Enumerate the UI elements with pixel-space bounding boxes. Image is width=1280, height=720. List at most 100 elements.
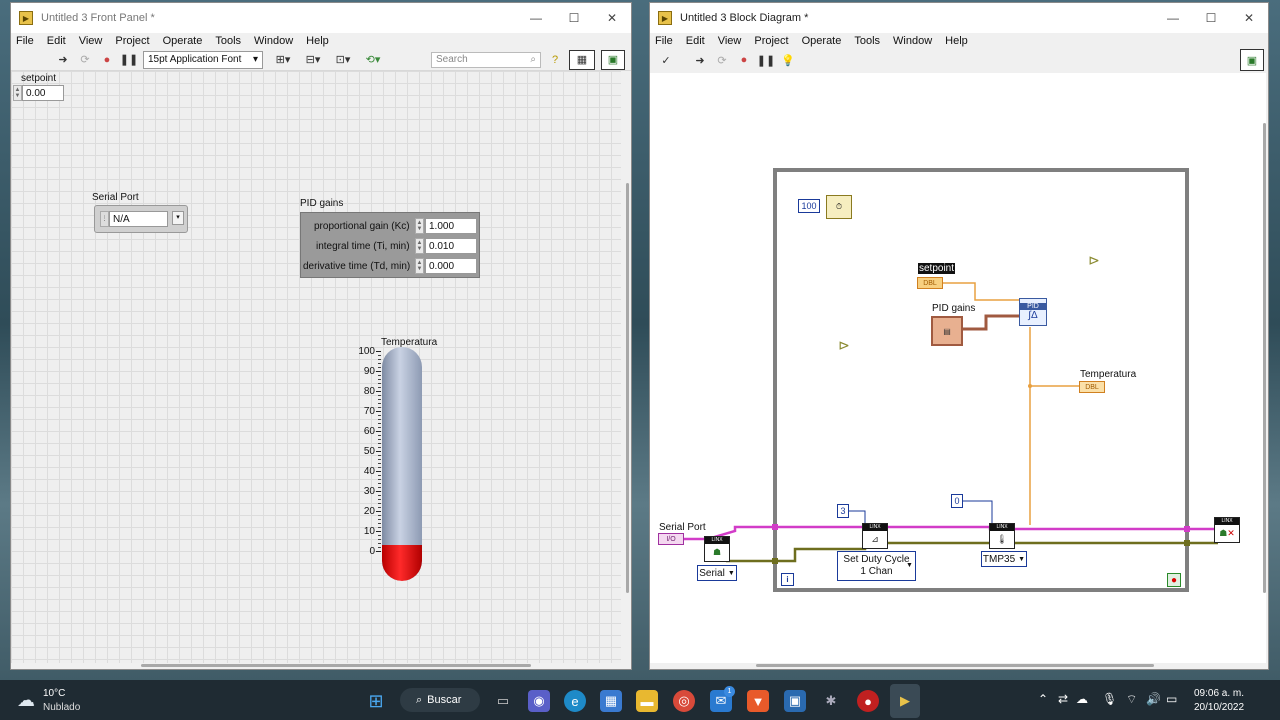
resize-icon[interactable]: ⊡▾ bbox=[331, 52, 355, 68]
chrome-icon[interactable]: ◎ bbox=[673, 690, 695, 712]
maximize-button[interactable]: ☐ bbox=[555, 3, 593, 33]
pid-gains-terminal[interactable]: ▤ bbox=[931, 316, 963, 346]
front-panel-vscroll[interactable] bbox=[626, 183, 629, 593]
menu-window[interactable]: Window bbox=[254, 35, 293, 47]
battery-icon[interactable]: ▭ bbox=[1166, 692, 1177, 706]
vi-icon[interactable]: ▣ bbox=[1240, 49, 1264, 71]
start-icon[interactable]: ⊞ bbox=[365, 690, 387, 712]
weather-temp[interactable]: 10°C bbox=[43, 688, 65, 699]
block-diagram-vscroll[interactable] bbox=[1263, 123, 1266, 593]
tmp35-ring[interactable]: TMP35 ▼ bbox=[981, 551, 1027, 567]
search-input[interactable]: Search ⌕ bbox=[431, 51, 541, 68]
linx-pwm-vi[interactable]: LINX ⊿ bbox=[862, 523, 888, 549]
app-icon[interactable]: ▣ bbox=[784, 690, 806, 712]
tray-mic-icon[interactable]: 🎙 bbox=[1102, 692, 1117, 706]
bug-icon[interactable]: ✱ bbox=[820, 690, 842, 712]
run-continuous-icon[interactable]: ⟳ bbox=[714, 52, 730, 68]
volume-icon[interactable]: 🔊 bbox=[1146, 692, 1161, 706]
chevron-down-icon[interactable]: ▼ bbox=[906, 562, 913, 569]
font-selector[interactable]: 15pt Application Font ▾ bbox=[143, 50, 263, 69]
feedback-node-icon[interactable]: ⊳ bbox=[834, 337, 854, 353]
menu-edit[interactable]: Edit bbox=[47, 35, 66, 47]
menu-operate[interactable]: Operate bbox=[163, 35, 203, 47]
pid-td-increment-icon[interactable]: ▲ ▼ bbox=[415, 258, 424, 274]
reorder-icon[interactable]: ⟲▾ bbox=[361, 52, 385, 68]
brave-icon[interactable]: ▼ bbox=[747, 690, 769, 712]
maximize-button[interactable]: ☐ bbox=[1192, 3, 1230, 33]
setpoint-increment-icon[interactable]: ▲ ▼ bbox=[13, 85, 22, 101]
help-icon[interactable]: ? bbox=[547, 52, 563, 68]
feedback-node-icon[interactable]: ⊳ bbox=[1084, 252, 1104, 268]
linx-close-vi[interactable]: LINX ☗✕ bbox=[1214, 517, 1240, 543]
run-arrow-icon[interactable]: ➜ bbox=[55, 52, 71, 68]
record-icon[interactable]: ● bbox=[857, 690, 879, 712]
menu-view[interactable]: View bbox=[79, 35, 103, 47]
menu-operate[interactable]: Operate bbox=[802, 35, 842, 47]
front-panel-titlebar[interactable]: ▶ Untitled 3 Front Panel * — ☐ ✕ bbox=[11, 3, 631, 33]
clock-time[interactable]: 09:06 a. m. bbox=[1194, 688, 1244, 699]
loop-iteration-terminal[interactable]: i bbox=[781, 573, 794, 586]
setpoint-control[interactable]: 0.00 bbox=[22, 85, 64, 101]
linx-open-vi[interactable]: LINX ☗ bbox=[704, 536, 730, 562]
tmp-const[interactable]: 0 bbox=[951, 494, 963, 508]
weather-desc[interactable]: Nublado bbox=[43, 702, 80, 713]
pause-icon[interactable]: ❚❚ bbox=[757, 52, 775, 68]
close-button[interactable]: ✕ bbox=[1230, 3, 1268, 33]
run-continuous-icon[interactable]: ⟳ bbox=[77, 52, 93, 68]
front-panel-hscroll[interactable] bbox=[141, 664, 531, 667]
edge-icon[interactable]: e bbox=[564, 690, 586, 712]
menu-window[interactable]: Window bbox=[893, 35, 932, 47]
serial-ring[interactable]: Serial ▼ bbox=[697, 565, 737, 581]
tray-chevron-icon[interactable]: ⌃ bbox=[1038, 692, 1048, 706]
highlight-execution-icon[interactable]: 💡 bbox=[780, 52, 796, 68]
front-panel-canvas[interactable]: setpoint ▲ ▼ 0.00 Serial Port ⋮ N/A ▾ PID… bbox=[11, 71, 621, 663]
block-diagram-canvas[interactable]: 100 ⏱ setpoint DBL ⊳ ⊳ PID gains ▤ PID ∫… bbox=[650, 73, 1266, 663]
close-button[interactable]: ✕ bbox=[593, 3, 631, 33]
setpoint-terminal[interactable]: DBL bbox=[917, 277, 943, 289]
pid-kc-increment-icon[interactable]: ▲ ▼ bbox=[415, 218, 424, 234]
distribute-icon[interactable]: ⊟▾ bbox=[301, 52, 325, 68]
serial-port-control[interactable]: N/A bbox=[109, 211, 168, 227]
wait-constant[interactable]: 100 bbox=[798, 199, 820, 213]
wifi-icon[interactable]: ⌔ bbox=[1126, 692, 1137, 707]
folder-icon[interactable]: ▬ bbox=[636, 690, 658, 712]
duty-cycle-ring[interactable]: Set Duty Cycle 1 Chan bbox=[837, 551, 916, 581]
menu-help[interactable]: Help bbox=[945, 35, 968, 47]
taskbar-search[interactable]: ⌕ Buscar bbox=[400, 688, 480, 712]
store-icon[interactable]: ▦ bbox=[600, 690, 622, 712]
pause-icon[interactable]: ❚❚ bbox=[120, 52, 138, 68]
menu-project[interactable]: Project bbox=[115, 35, 149, 47]
wait-ms-icon[interactable]: ⏱ bbox=[826, 195, 852, 219]
menu-project[interactable]: Project bbox=[754, 35, 788, 47]
duty-const[interactable]: 3 bbox=[837, 504, 849, 518]
serial-port-dropdown-icon[interactable]: ▾ bbox=[172, 211, 184, 225]
minimize-button[interactable]: — bbox=[517, 3, 555, 33]
temperatura-terminal[interactable]: DBL bbox=[1079, 381, 1105, 393]
pid-ti-increment-icon[interactable]: ▲ ▼ bbox=[415, 238, 424, 254]
serial-port-scroll-icon[interactable]: ⋮ bbox=[100, 211, 109, 227]
abort-icon[interactable]: ● bbox=[736, 52, 752, 68]
block-diagram-hscroll[interactable] bbox=[756, 664, 1154, 667]
abort-icon[interactable]: ● bbox=[99, 52, 115, 68]
pid-kc-control[interactable]: 1.000 bbox=[425, 218, 477, 234]
linx-tmp35-vi[interactable]: LINX 🌡 bbox=[989, 523, 1015, 549]
serial-port-terminal[interactable]: I/O bbox=[658, 533, 684, 545]
menu-file[interactable]: File bbox=[16, 35, 34, 47]
menu-edit[interactable]: Edit bbox=[686, 35, 705, 47]
tray-cloud-icon[interactable]: ☁ bbox=[1076, 692, 1088, 706]
teams-icon[interactable]: ◉ bbox=[528, 690, 550, 712]
clock-date[interactable]: 20/10/2022 bbox=[1194, 702, 1244, 713]
pid-ti-control[interactable]: 0.010 bbox=[425, 238, 477, 254]
run-arrow-icon[interactable]: ➜ bbox=[692, 52, 708, 68]
labview-taskbar-icon[interactable]: ▶ bbox=[890, 684, 920, 718]
menu-file[interactable]: File bbox=[655, 35, 673, 47]
tray-network-app-icon[interactable]: ⇄ bbox=[1058, 692, 1068, 706]
menu-tools[interactable]: Tools bbox=[215, 35, 241, 47]
block-diagram-titlebar[interactable]: ▶ Untitled 3 Block Diagram * — ☐ ✕ bbox=[650, 3, 1268, 33]
connector-pane-icon[interactable]: ▦ bbox=[569, 49, 595, 70]
loop-stop-icon[interactable]: ● bbox=[1167, 573, 1181, 587]
checkmark-icon[interactable]: ✓ bbox=[658, 52, 674, 68]
pid-td-control[interactable]: 0.000 bbox=[425, 258, 477, 274]
menu-tools[interactable]: Tools bbox=[854, 35, 880, 47]
vi-icon[interactable]: ▣ bbox=[601, 49, 625, 70]
